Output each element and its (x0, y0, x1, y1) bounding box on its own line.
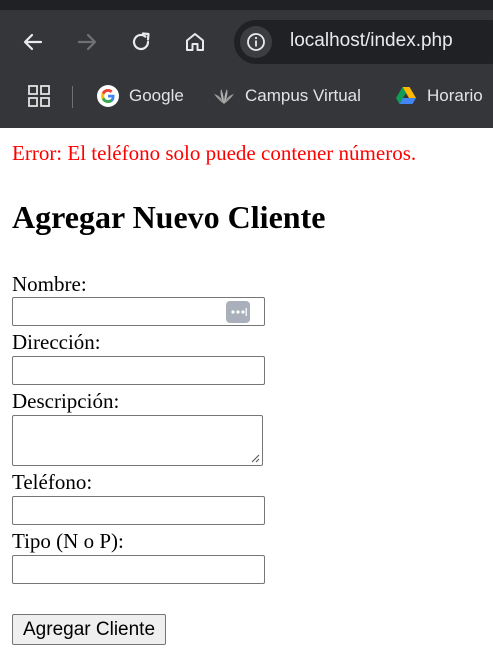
tab-strip (0, 0, 493, 10)
bookmark-campus-virtual[interactable]: Campus Virtual (212, 84, 361, 108)
home-icon (186, 33, 204, 51)
google-g-icon (96, 84, 120, 108)
back-button[interactable] (18, 27, 48, 57)
arrow-right-icon (77, 33, 97, 51)
browser-chrome: localhost/index.php Google Campus Virtua… (0, 0, 493, 128)
google-drive-icon (394, 84, 418, 108)
campus-leaf-icon (212, 84, 236, 108)
direccion-input[interactable] (12, 356, 265, 385)
forward-button[interactable] (72, 27, 102, 57)
agregar-cliente-button[interactable]: Agregar Cliente (12, 614, 167, 645)
bookmark-label: Google (129, 86, 184, 105)
arrow-left-icon (23, 33, 43, 51)
tipo-label: Tipo (N o P): (12, 529, 124, 553)
bookmark-label: Horario (427, 86, 483, 105)
direccion-label: Dirección: (12, 330, 101, 354)
descripcion-textarea[interactable] (12, 415, 263, 466)
telefono-input[interactable] (12, 496, 265, 525)
bookmarks-divider (72, 86, 73, 108)
nombre-label: Nombre: (12, 272, 87, 296)
reload-icon (132, 32, 150, 51)
autofill-dots-icon[interactable] (226, 301, 250, 323)
telefono-label: Teléfono: (12, 470, 93, 494)
home-button[interactable] (180, 27, 210, 57)
page-title: Agregar Nuevo Cliente (12, 199, 326, 235)
navigation-toolbar: localhost/index.php (0, 10, 493, 74)
url-text[interactable]: localhost/index.php (290, 30, 453, 52)
tipo-input[interactable] (12, 555, 265, 584)
info-icon (247, 33, 265, 51)
site-info-button[interactable] (240, 26, 272, 58)
resize-grip-icon[interactable] (251, 454, 260, 463)
reload-button[interactable] (126, 27, 156, 57)
address-bar[interactable]: localhost/index.php (234, 20, 493, 64)
descripcion-label: Descripción: (12, 389, 120, 413)
bookmark-google[interactable]: Google (96, 84, 184, 108)
bookmark-horario[interactable]: Horario (394, 84, 483, 108)
nombre-input[interactable] (12, 297, 265, 326)
bookmark-label: Campus Virtual (245, 86, 361, 105)
apps-grid-icon[interactable] (28, 85, 50, 107)
bookmarks-bar: Google Campus Virtual Horario (0, 74, 493, 118)
error-message: Error: El teléfono solo puede contener n… (12, 141, 417, 165)
